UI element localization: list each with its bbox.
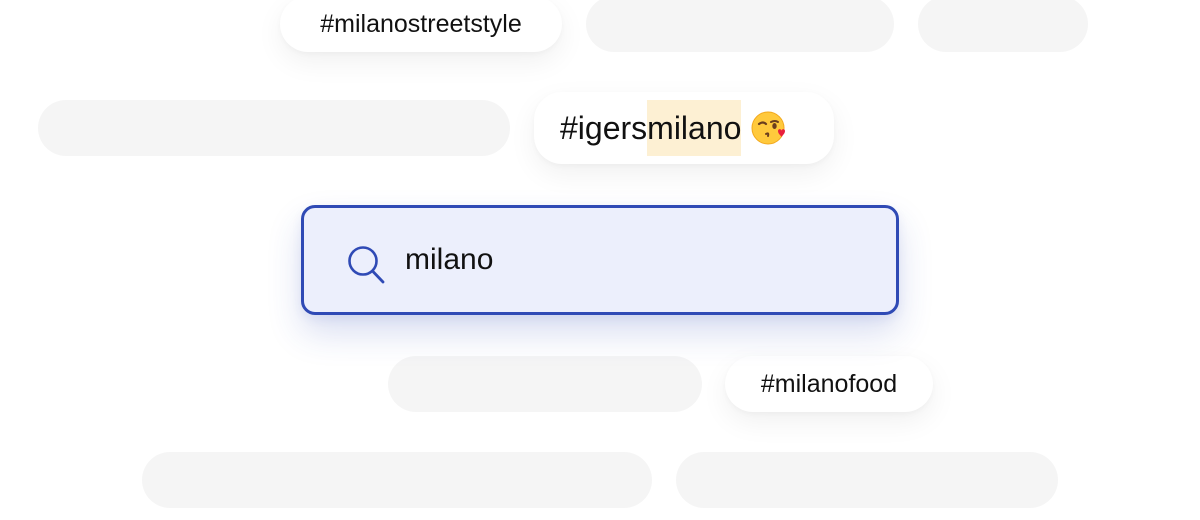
hashtag-chip-igersmilano[interactable]: #igers milano	[534, 92, 834, 164]
wink-kiss-emoji-icon	[751, 110, 787, 146]
placeholder-pill	[38, 100, 510, 156]
hashtag-chip-milanostreetstyle[interactable]: #milanostreetstyle	[280, 0, 562, 52]
placeholder-pill	[388, 356, 702, 412]
hashtag-chip-prefix: #igers	[560, 109, 648, 146]
placeholder-pill	[676, 452, 1058, 508]
hashtag-chip-label: #milanofood	[760, 369, 898, 398]
hashtag-chip-label: #milanostreetstyle	[320, 9, 522, 38]
search-match-highlight: milano	[647, 100, 742, 156]
placeholder-pill	[918, 0, 1088, 52]
search-icon	[348, 246, 385, 284]
search-box[interactable]	[301, 205, 899, 315]
search-input[interactable]	[405, 236, 865, 284]
hashtag-search-canvas: { "search": { "value": "milano", "icon":…	[0, 0, 1200, 520]
placeholder-pill	[142, 452, 652, 508]
placeholder-pill	[586, 0, 894, 52]
hashtag-chip-milanofood[interactable]: #milanofood	[725, 356, 933, 412]
